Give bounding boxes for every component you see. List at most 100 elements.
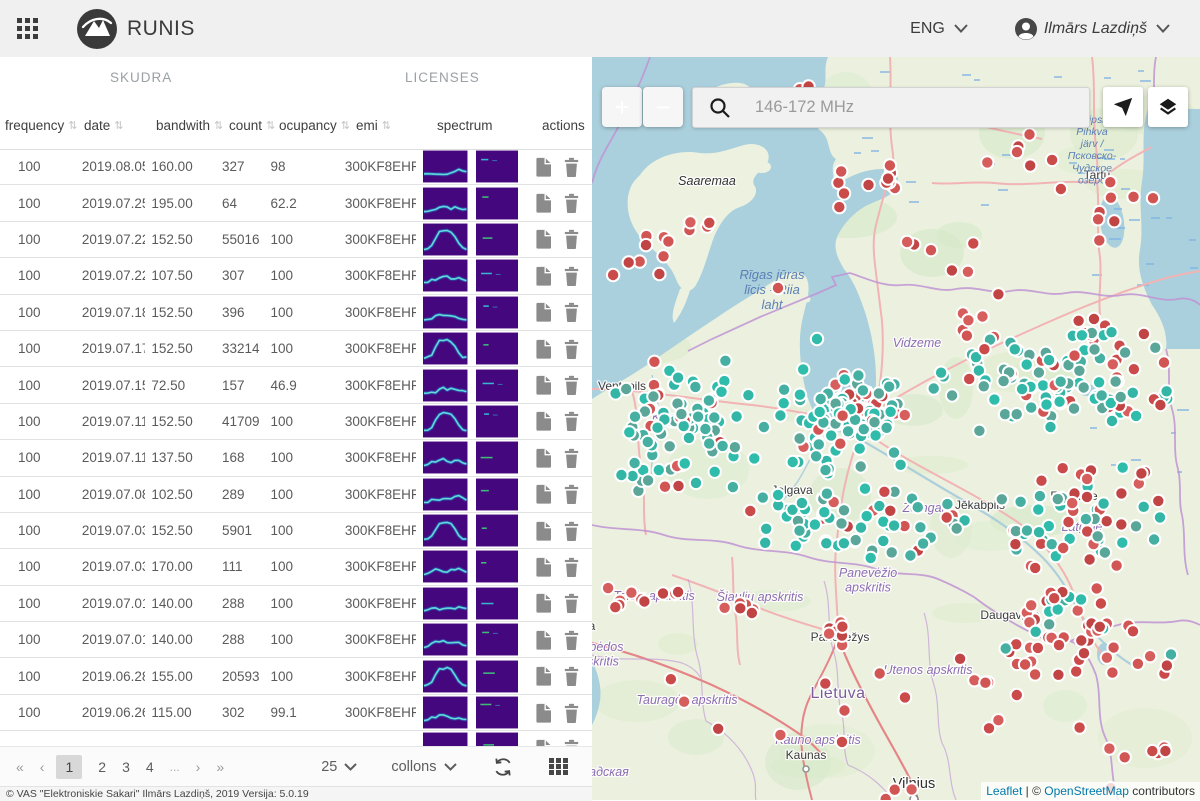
- locate-button[interactable]: [1103, 87, 1143, 127]
- delete-record-button[interactable]: [563, 411, 580, 432]
- map-marker-red[interactable]: [1125, 624, 1141, 639]
- map-marker-teal[interactable]: [1024, 400, 1039, 415]
- spectrum-thumbnail[interactable]: [423, 587, 468, 620]
- map-marker-teal[interactable]: [1113, 389, 1128, 405]
- map-marker-teal[interactable]: [910, 500, 925, 515]
- map-marker-red[interactable]: [671, 478, 686, 494]
- waterfall-thumbnail[interactable]: [475, 623, 519, 656]
- map-marker-teal[interactable]: [1028, 624, 1043, 639]
- map-marker-teal[interactable]: [1159, 384, 1174, 399]
- map-marker-teal[interactable]: [903, 548, 918, 563]
- map-marker-red[interactable]: [1159, 658, 1175, 673]
- map-marker-red[interactable]: [683, 215, 698, 230]
- map-marker-red[interactable]: [1109, 558, 1124, 573]
- map-marker-teal[interactable]: [1128, 408, 1144, 424]
- open-record-button[interactable]: [535, 666, 552, 686]
- table-row[interactable]: 100 2019.07.22 152.50 55016 100 300KF8EHF: [0, 222, 592, 259]
- map-marker-teal[interactable]: [677, 456, 693, 471]
- map-marker-teal[interactable]: [707, 464, 722, 479]
- map-marker-red[interactable]: [1009, 144, 1025, 160]
- spectrum-thumbnail[interactable]: [423, 332, 468, 365]
- map-marker-red[interactable]: [1086, 311, 1102, 327]
- map-container[interactable]: SaaremaaTartuRīgas jūraslīcis - Riialaht…: [592, 57, 1200, 800]
- delete-record-button[interactable]: [563, 193, 580, 214]
- waterfall-thumbnail[interactable]: [475, 587, 519, 620]
- map-marker-teal[interactable]: [1096, 496, 1111, 511]
- map-marker-teal[interactable]: [619, 381, 634, 397]
- map-marker-red[interactable]: [717, 600, 732, 615]
- map-marker-red[interactable]: [836, 186, 852, 201]
- map-marker-red[interactable]: [1092, 233, 1107, 248]
- map-marker-red[interactable]: [621, 255, 636, 270]
- open-record-button[interactable]: [535, 739, 552, 746]
- map-marker-teal[interactable]: [852, 441, 867, 456]
- waterfall-thumbnail[interactable]: [475, 405, 519, 438]
- map-marker-teal[interactable]: [622, 425, 637, 440]
- delete-record-button[interactable]: [563, 484, 580, 505]
- map-marker-red[interactable]: [670, 584, 686, 600]
- map-marker-red[interactable]: [1126, 362, 1142, 377]
- user-menu[interactable]: Ilmārs Lazdiņš: [1014, 17, 1170, 41]
- open-record-button[interactable]: [535, 630, 552, 650]
- open-record-button[interactable]: [535, 448, 552, 468]
- map-marker-teal[interactable]: [1097, 545, 1113, 560]
- map-marker-red[interactable]: [1145, 743, 1160, 759]
- map-marker-teal[interactable]: [876, 533, 891, 549]
- map-marker-red[interactable]: [991, 287, 1006, 302]
- table-row[interactable]: 100 2019.07.03 170.00 111 100 300KF8EHF: [0, 549, 592, 586]
- map-marker-teal[interactable]: [813, 391, 828, 407]
- map-marker-red[interactable]: [837, 703, 852, 718]
- map-marker-red[interactable]: [663, 672, 679, 687]
- map-marker-red[interactable]: [1142, 649, 1158, 664]
- map-marker-red[interactable]: [962, 371, 977, 387]
- table-row[interactable]: 100 2019.07.25 195.00 64 62.2 300KF8EHF: [0, 185, 592, 222]
- table-row[interactable]: 100 2019.07.15 72.50 157 46.9 300KF8EHF: [0, 367, 592, 404]
- spectrum-thumbnail[interactable]: [423, 441, 468, 474]
- map-marker-red[interactable]: [1158, 743, 1173, 759]
- map-marker-red[interactable]: [1107, 214, 1122, 229]
- map-marker-teal[interactable]: [646, 389, 661, 404]
- open-record-button[interactable]: [535, 521, 552, 541]
- map-marker-red[interactable]: [702, 215, 717, 231]
- map-marker-red[interactable]: [1082, 552, 1097, 567]
- map-marker-teal[interactable]: [915, 536, 931, 551]
- map-marker-teal[interactable]: [674, 406, 689, 422]
- map-marker-red[interactable]: [605, 267, 621, 283]
- map-marker-red[interactable]: [872, 666, 887, 681]
- open-record-button[interactable]: [535, 375, 552, 395]
- delete-record-button[interactable]: [563, 229, 580, 250]
- map-marker-red[interactable]: [1093, 596, 1109, 611]
- delete-record-button[interactable]: [563, 630, 580, 650]
- waterfall-thumbnail[interactable]: [475, 223, 519, 256]
- map-marker-red[interactable]: [1071, 313, 1086, 328]
- map-marker-red[interactable]: [897, 407, 912, 423]
- leaflet-link[interactable]: Leaflet: [986, 784, 1022, 798]
- map-marker-red[interactable]: [897, 690, 913, 705]
- map-marker-red[interactable]: [939, 510, 954, 525]
- waterfall-thumbnail[interactable]: [475, 514, 519, 547]
- table-row[interactable]: 100 2019.06.28 155.00 20593 100 300KF8EHF: [0, 658, 592, 695]
- map-marker-red[interactable]: [904, 782, 919, 797]
- open-record-button[interactable]: [535, 703, 552, 723]
- map-marker-red[interactable]: [1103, 190, 1119, 205]
- map-marker-red[interactable]: [1028, 560, 1043, 576]
- map-marker-red[interactable]: [1102, 741, 1117, 756]
- map-marker-teal[interactable]: [972, 423, 987, 438]
- map-marker-teal[interactable]: [1053, 374, 1068, 389]
- map-marker-red[interactable]: [1076, 646, 1092, 661]
- map-marker-teal[interactable]: [707, 410, 722, 425]
- waterfall-thumbnail[interactable]: [475, 478, 519, 511]
- spectrum-thumbnail[interactable]: [423, 660, 468, 693]
- map-marker-teal[interactable]: [1078, 511, 1094, 527]
- map-marker-teal[interactable]: [1013, 494, 1028, 509]
- map-marker-teal[interactable]: [853, 520, 869, 535]
- map-marker-teal[interactable]: [792, 431, 807, 446]
- map-marker-red[interactable]: [647, 354, 662, 369]
- map-marker-teal[interactable]: [851, 368, 866, 383]
- delete-record-button[interactable]: [563, 302, 580, 323]
- map-marker-red[interactable]: [1030, 640, 1046, 656]
- map-marker-teal[interactable]: [1125, 385, 1140, 400]
- map-marker-teal[interactable]: [759, 521, 774, 536]
- map-marker-red[interactable]: [1056, 540, 1071, 556]
- open-record-button[interactable]: [535, 229, 552, 250]
